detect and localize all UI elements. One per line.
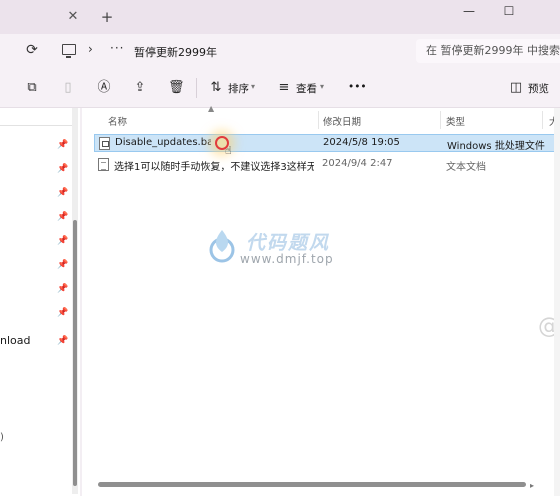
horizontal-scrollbar-thumb[interactable] [98,482,526,487]
pin-icon: 📌 [57,284,69,294]
search-input[interactable]: 在 暂停更新2999年 中搜索 [416,39,560,63]
tab-close-button[interactable]: ✕ [64,8,82,26]
file-name: 选择1可以随时手动恢复，不建议选择3这样无... [114,162,314,173]
batch-file-icon [99,137,110,150]
rename-icon[interactable]: Ⓐ [96,80,112,96]
address-bar: ⟳ › ··· 暂停更新2999年 在 暂停更新2999年 中搜索 [0,34,560,68]
pin-icon: 📌 [57,188,69,198]
pin-icon: 📌 [57,260,69,270]
view-icon[interactable]: ≡ [276,80,292,96]
pin-icon: 📌 [57,308,69,318]
column-header-type[interactable]: 类型 [446,114,465,128]
sidebar-item-fragment[interactable]: ) [0,432,4,443]
refresh-icon[interactable]: ⟳ [24,42,40,58]
column-divider[interactable] [542,111,543,129]
minimize-button[interactable]: — [456,2,482,20]
chevron-down-icon[interactable]: ▾ [320,82,324,91]
maximize-button[interactable]: ☐ [496,2,522,20]
file-row-selected[interactable]: Disable_updates.bat ☝ 2024/5/8 19:05 Win… [94,134,560,157]
view-button[interactable]: 查看 [296,81,317,96]
file-name: Disable_updates.bat [115,137,211,148]
file-type: 文本文档 [446,162,486,173]
text-file-icon [98,158,109,171]
pin-icon: 📌 [57,212,69,222]
paste-icon[interactable]: ▯ [60,80,76,96]
file-modified: 2024/5/8 19:05 [323,137,400,148]
delete-icon[interactable]: 🗑 [168,80,185,96]
column-header-name[interactable]: 名称 [108,114,127,128]
new-tab-button[interactable]: + [98,8,116,26]
more-options-button[interactable]: ••• [348,81,367,93]
column-divider[interactable] [440,111,441,129]
column-header-modified[interactable]: 修改日期 [323,114,361,128]
file-modified: 2024/9/4 2:47 [322,158,393,169]
pin-icon: 📌 [57,236,69,246]
path-breadcrumb[interactable]: › ··· 暂停更新2999年 [52,39,410,63]
copy-icon[interactable]: ⧉ [24,80,40,96]
sort-icon[interactable]: ⇅ [208,80,224,96]
breadcrumb-current-folder[interactable]: 暂停更新2999年 [134,44,217,60]
share-icon[interactable]: ⇪ [132,80,148,96]
pin-icon: 📌 [57,140,69,150]
sidebar-item-download[interactable]: nload [0,334,30,347]
navigation-pane: 📌 📌 📌 📌 📌 📌 📌 📌 nload 📌 ) [0,108,80,496]
watermark: 代码题风 www.dmjf.top [204,228,374,272]
sort-button[interactable]: 排序 [228,81,249,96]
watermark-url: www.dmjf.top [240,252,334,266]
sidebar-scrollbar-thumb[interactable] [73,220,77,486]
pin-icon: 📌 [57,336,69,346]
chevron-down-icon[interactable]: ▾ [251,82,255,91]
command-toolbar: ⧉ ▯ Ⓐ ⇪ 🗑 ⇅ 排序 ▾ ≡ 查看 ▾ ••• ◫ 预览 [0,68,560,108]
path-overflow-button[interactable]: ··· [110,41,124,55]
watermark-logo-icon [209,230,235,263]
title-bar: ✕ + — ☐ [0,0,560,34]
column-divider[interactable] [318,111,319,129]
list-right-edge [554,108,560,496]
this-pc-icon[interactable] [62,44,76,58]
sidebar-selected-item[interactable] [0,112,72,126]
file-row[interactable]: 选择1可以随时手动恢复，不建议选择3这样无... 2024/9/4 2:47 文… [94,156,560,174]
preview-button[interactable]: 预览 [528,81,549,96]
scroll-right-arrow-icon[interactable]: ▸ [530,482,538,490]
pin-icon: 📌 [57,164,69,174]
preview-pane-icon[interactable]: ◫ [508,80,524,96]
chevron-right-icon[interactable]: › [88,42,93,56]
sort-ascending-icon: ▲ [208,104,215,113]
file-type: Windows 批处理文件 [447,141,545,152]
file-list: ▲ 名称 修改日期 类型 大 Disable_updates.bat ☝ 202… [82,104,560,496]
watermark-title: 代码题风 [246,232,331,254]
toolbar-divider [196,78,197,98]
